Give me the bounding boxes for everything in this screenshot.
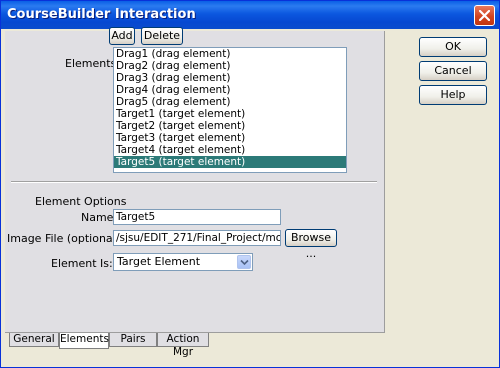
list-item[interactable]: Target2 (target element) — [114, 120, 346, 132]
elements-list[interactable]: Drag1 (drag element) Drag2 (drag element… — [113, 47, 347, 173]
window-title: CourseBuilder Interaction — [7, 7, 196, 22]
browse-button[interactable]: Browse ... — [285, 229, 337, 260]
list-item[interactable]: Target1 (target element) — [114, 108, 346, 120]
help-button[interactable]: Help — [419, 85, 487, 105]
list-item[interactable]: Drag2 (drag element) — [114, 60, 346, 72]
elements-panel: Add Delete Elements: Drag1 (drag element… — [5, 27, 385, 333]
close-icon — [479, 10, 490, 21]
element-options-header: Element Options — [35, 195, 127, 208]
elements-label: Elements: — [65, 57, 120, 70]
element-is-label: Element Is: — [51, 257, 113, 270]
ok-button[interactable]: OK — [419, 37, 487, 57]
chevron-down-icon — [240, 259, 249, 266]
tab-general[interactable]: General — [9, 333, 59, 347]
list-item-selected[interactable]: Target5 (target element) — [114, 156, 346, 168]
title-bar[interactable]: CourseBuilder Interaction — [1, 1, 499, 29]
element-type-value: Target Element — [117, 255, 201, 268]
list-item[interactable]: Drag4 (drag element) — [114, 84, 346, 96]
section-divider — [11, 181, 377, 183]
image-file-label: Image File (optional): — [7, 232, 124, 245]
tab-action-mgr[interactable]: Action Mgr — [157, 333, 209, 358]
close-button[interactable] — [474, 5, 495, 26]
image-file-field[interactable]: /sjsu/EDIT_271/Final_Project/mod1/i — [113, 230, 281, 246]
tab-pairs[interactable]: Pairs — [109, 333, 157, 347]
cancel-button[interactable]: Cancel — [419, 61, 487, 81]
dropdown-button[interactable] — [237, 255, 251, 269]
dialog-window: CourseBuilder Interaction Add Delete Ele… — [0, 0, 500, 368]
list-item[interactable]: Drag1 (drag element) — [114, 48, 346, 60]
name-field[interactable]: Target5 — [113, 209, 281, 225]
list-item[interactable]: Target4 (target element) — [114, 144, 346, 156]
delete-button[interactable]: Delete — [141, 27, 183, 45]
list-item[interactable]: Target3 (target element) — [114, 132, 346, 144]
list-item[interactable]: Drag3 (drag element) — [114, 72, 346, 84]
list-item[interactable]: Drag5 (drag element) — [114, 96, 346, 108]
tab-elements[interactable]: Elements — [59, 333, 109, 349]
name-label: Name: — [81, 211, 118, 224]
dialog-buttons: OK Cancel Help — [387, 31, 497, 333]
add-button[interactable]: Add — [109, 27, 135, 45]
element-type-select[interactable]: Target Element — [113, 253, 253, 271]
